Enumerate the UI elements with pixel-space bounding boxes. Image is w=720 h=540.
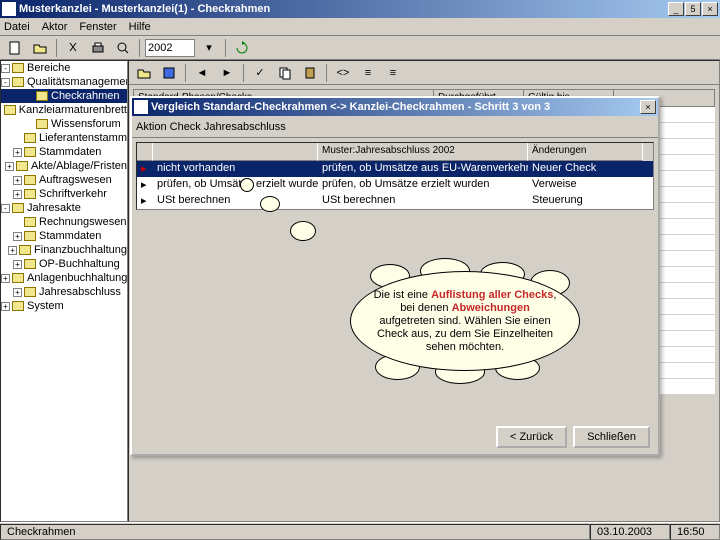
dialog-title: Vergleich Standard-Checkrahmen <-> Kanzl… bbox=[151, 101, 640, 113]
close-dialog-button[interactable]: Schließen bbox=[573, 426, 650, 448]
tool-code-icon[interactable]: <> bbox=[332, 63, 354, 83]
tool-check-icon[interactable]: ✓ bbox=[249, 63, 271, 83]
tree-item[interactable]: +OP-Buchhaltung bbox=[1, 257, 127, 271]
tree-item[interactable]: Rechnungswesen bbox=[1, 215, 127, 229]
tool-save-icon[interactable] bbox=[158, 63, 180, 83]
dialog-toolbar: Aktion Check Jahresabschluss bbox=[132, 116, 658, 138]
refresh-icon[interactable] bbox=[231, 38, 253, 58]
tree-item[interactable]: -Jahresakte bbox=[1, 201, 127, 215]
tool-next-icon[interactable]: ► bbox=[216, 63, 238, 83]
app-icon bbox=[2, 2, 16, 16]
tool-open-icon[interactable] bbox=[133, 63, 155, 83]
tree-item[interactable]: +Anlagenbuchhaltung bbox=[1, 271, 127, 285]
main-titlebar: Musterkanzlei - Musterkanzlei(1) - Check… bbox=[0, 0, 720, 18]
menubar: Datei Aktor Fenster Hilfe bbox=[0, 18, 720, 36]
tree-item[interactable]: +System bbox=[1, 299, 127, 313]
hint-text: Die ist eine Auflistung aller Checks, be… bbox=[350, 271, 580, 371]
tree-item[interactable]: Lieferantenstamm bbox=[1, 131, 127, 145]
dlg-col-2[interactable]: Muster:Jahresabschluss 2002 bbox=[318, 143, 528, 161]
tree-item[interactable]: +Auftragswesen bbox=[1, 173, 127, 187]
tool-paste-icon[interactable] bbox=[299, 63, 321, 83]
menu-fenster[interactable]: Fenster bbox=[79, 21, 116, 33]
table-row[interactable]: ▸nicht vorhandenprüfen, ob Umsätze aus E… bbox=[137, 161, 653, 177]
open-icon[interactable] bbox=[29, 38, 51, 58]
menu-aktor[interactable]: Aktor bbox=[42, 21, 68, 33]
minimize-button[interactable]: _ bbox=[668, 2, 684, 16]
restore-button[interactable]: 5 bbox=[685, 2, 701, 16]
dialog-close-button[interactable]: × bbox=[640, 100, 656, 114]
dlg-col-3[interactable]: Änderungen bbox=[528, 143, 643, 161]
window-title: Musterkanzlei - Musterkanzlei(1) - Check… bbox=[19, 3, 668, 15]
year-input[interactable] bbox=[145, 39, 195, 57]
tool-indent-icon[interactable]: ≡ bbox=[382, 63, 404, 83]
table-row[interactable]: ▸USt berechnenUSt berechnenSteuerung bbox=[137, 193, 653, 209]
dialog-icon bbox=[134, 100, 148, 114]
new-icon[interactable] bbox=[4, 38, 26, 58]
tree-item[interactable]: Wissensforum bbox=[1, 117, 127, 131]
tree-item[interactable]: +Stammdaten bbox=[1, 229, 127, 243]
dialog-titlebar[interactable]: Vergleich Standard-Checkrahmen <-> Kanzl… bbox=[132, 98, 658, 116]
table-row[interactable]: ▸prüfen, ob Umsätze erzielt wurdenprüfen… bbox=[137, 177, 653, 193]
status-time: 16:50 bbox=[670, 524, 720, 540]
year-dropdown-icon[interactable]: ▾ bbox=[198, 38, 220, 58]
tree-item[interactable]: Kanzleiarmaturenbrett bbox=[1, 103, 127, 117]
status-date: 03.10.2003 bbox=[590, 524, 670, 540]
tree-item[interactable]: -Bereiche bbox=[1, 61, 127, 75]
main-toolbar: ▾ bbox=[0, 36, 720, 60]
tree-item[interactable]: +Finanzbuchhaltung bbox=[1, 243, 127, 257]
tree-item[interactable]: -Qualitätsmanagement bbox=[1, 75, 127, 89]
tree-item[interactable]: +Jahresabschluss bbox=[1, 285, 127, 299]
menu-datei[interactable]: Datei bbox=[4, 21, 30, 33]
menu-hilfe[interactable]: Hilfe bbox=[129, 21, 151, 33]
navigation-tree[interactable]: -Bereiche-QualitätsmanagementCheckrahmen… bbox=[0, 60, 128, 522]
back-button[interactable]: < Zurück bbox=[496, 426, 567, 448]
dlg-col-icon[interactable] bbox=[137, 143, 153, 161]
print-icon[interactable] bbox=[87, 38, 109, 58]
tool-copy-icon[interactable] bbox=[274, 63, 296, 83]
tree-item[interactable]: Checkrahmen bbox=[1, 89, 127, 103]
preview-icon[interactable] bbox=[112, 38, 134, 58]
status-text: Checkrahmen bbox=[0, 524, 590, 540]
tool-prev-icon[interactable]: ◄ bbox=[191, 63, 213, 83]
panel-toolbar: ◄ ► ✓ <> ≡ ≡ bbox=[129, 61, 719, 85]
cut-icon[interactable] bbox=[62, 38, 84, 58]
tree-item[interactable]: +Stammdaten bbox=[1, 145, 127, 159]
close-button[interactable]: × bbox=[702, 2, 718, 16]
dlg-col-1[interactable] bbox=[153, 143, 318, 161]
statusbar: Checkrahmen 03.10.2003 16:50 bbox=[0, 522, 720, 540]
dialog-toolbar-label: Aktion Check Jahresabschluss bbox=[136, 121, 286, 133]
tree-item[interactable]: +Schriftverkehr bbox=[1, 187, 127, 201]
tree-item[interactable]: +Akte/Ablage/Fristen bbox=[1, 159, 127, 173]
hint-bubble: Die ist eine Auflistung aller Checks, be… bbox=[330, 256, 590, 376]
tool-outdent-icon[interactable]: ≡ bbox=[357, 63, 379, 83]
dialog-table[interactable]: Muster:Jahresabschluss 2002 Änderungen ▸… bbox=[136, 142, 654, 210]
